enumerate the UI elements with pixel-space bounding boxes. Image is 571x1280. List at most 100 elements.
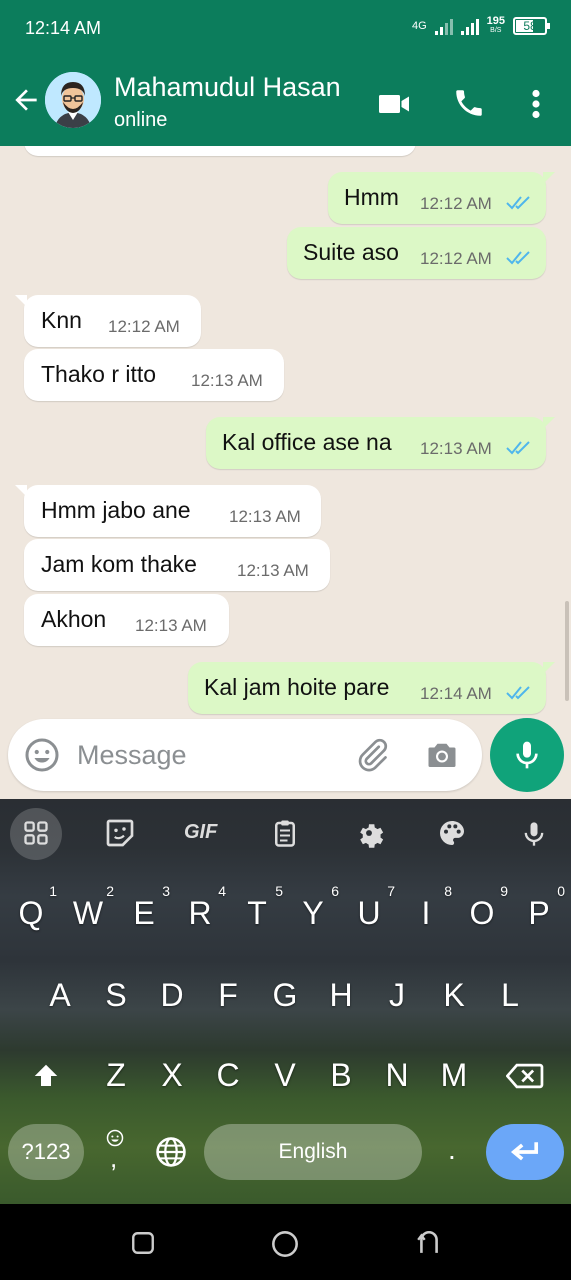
message-text: Suite aso bbox=[303, 239, 399, 265]
attach-icon[interactable] bbox=[354, 737, 390, 773]
key-label: P bbox=[528, 895, 550, 931]
message-bubble-outgoing[interactable]: Hmm 12:12 AM bbox=[328, 172, 555, 224]
period-key[interactable]: . bbox=[448, 1134, 456, 1166]
voice-record-button[interactable] bbox=[490, 718, 564, 792]
key-k[interactable]: K bbox=[426, 977, 482, 1014]
keyboard-mic-icon[interactable] bbox=[520, 817, 548, 851]
enter-key[interactable] bbox=[486, 1124, 564, 1180]
voice-call-icon[interactable] bbox=[452, 86, 486, 120]
read-ticks-icon bbox=[506, 441, 530, 455]
message-text: Hmm jabo ane bbox=[41, 497, 191, 523]
message-text: Kal office ase na bbox=[222, 429, 392, 455]
key-i[interactable]: I8 bbox=[398, 883, 454, 932]
emoji-icon[interactable] bbox=[24, 737, 60, 773]
key-a[interactable]: A bbox=[32, 977, 88, 1014]
settings-gear-icon[interactable] bbox=[353, 817, 385, 849]
key-g[interactable]: G bbox=[257, 977, 313, 1014]
key-label: I bbox=[421, 895, 431, 931]
key-hint: 0 bbox=[557, 883, 565, 899]
message-time: 12:13 AM bbox=[237, 561, 309, 580]
space-bar[interactable]: English bbox=[204, 1124, 422, 1180]
backspace-icon[interactable] bbox=[506, 1061, 544, 1091]
key-x[interactable]: X bbox=[144, 1057, 200, 1094]
recents-icon[interactable] bbox=[130, 1230, 156, 1256]
message-bubble-incoming[interactable]: Akhon 12:13 AM bbox=[24, 594, 229, 646]
symbols-key[interactable]: ?123 bbox=[8, 1124, 84, 1180]
key-n[interactable]: N bbox=[369, 1057, 425, 1094]
key-l[interactable]: L bbox=[482, 977, 538, 1014]
key-label: Q bbox=[18, 895, 44, 931]
key-u[interactable]: U7 bbox=[341, 883, 397, 932]
message-bubble-outgoing[interactable]: Kal office ase na 12:13 AM bbox=[206, 417, 555, 469]
key-h[interactable]: H bbox=[313, 977, 369, 1014]
message-composer[interactable]: Message bbox=[8, 719, 482, 791]
message-time: 12:12 AM bbox=[420, 249, 492, 268]
key-j[interactable]: J bbox=[369, 977, 425, 1014]
camera-icon[interactable] bbox=[424, 737, 460, 773]
chat-scrollbar[interactable] bbox=[565, 601, 569, 701]
key-w[interactable]: W2 bbox=[60, 883, 116, 932]
message-bubble-incoming[interactable]: Thako r itto 12:13 AM bbox=[24, 349, 284, 401]
key-e[interactable]: E3 bbox=[116, 883, 172, 932]
back-nav-icon[interactable] bbox=[416, 1228, 442, 1256]
key-y[interactable]: Y6 bbox=[285, 883, 341, 932]
contact-name[interactable]: Mahamudul Hasan bbox=[114, 72, 341, 103]
key-label: O bbox=[469, 895, 495, 931]
key-label: W bbox=[72, 895, 104, 931]
key-p[interactable]: P0 bbox=[511, 883, 567, 932]
key-b[interactable]: B bbox=[313, 1057, 369, 1094]
signal-icon bbox=[434, 17, 453, 35]
contact-status: online bbox=[114, 109, 168, 131]
key-hint: 6 bbox=[331, 883, 339, 899]
message-bubble-outgoing[interactable]: Kal jam hoite pare 12:14 AM bbox=[188, 662, 555, 714]
message-list[interactable]: Hmm 12:12 AM Suite aso 12:12 AM Knn 12:1… bbox=[0, 146, 571, 716]
back-arrow-icon[interactable] bbox=[10, 84, 42, 116]
video-call-icon[interactable] bbox=[376, 86, 412, 122]
network-speed-unit: B/S bbox=[490, 27, 502, 34]
message-text: Jam kom thake bbox=[41, 551, 197, 577]
message-time: 12:13 AM bbox=[229, 507, 301, 526]
key-v[interactable]: V bbox=[257, 1057, 313, 1094]
message-input[interactable]: Message bbox=[77, 740, 187, 771]
key-hint: 9 bbox=[500, 883, 508, 899]
message-time: 12:13 AM bbox=[135, 616, 207, 635]
sticker-icon[interactable] bbox=[104, 817, 136, 849]
key-c[interactable]: C bbox=[200, 1057, 256, 1094]
message-bubble-incoming[interactable]: Knn 12:12 AM bbox=[15, 295, 201, 347]
avatar[interactable] bbox=[45, 72, 101, 128]
key-z[interactable]: Z bbox=[88, 1057, 144, 1094]
key-o[interactable]: O9 bbox=[454, 883, 510, 932]
emoji-comma-key[interactable]: , bbox=[100, 1129, 130, 1173]
message-time: 12:13 AM bbox=[191, 371, 263, 390]
message-text: Thako r itto bbox=[41, 361, 157, 387]
message-text: Knn bbox=[41, 307, 82, 333]
gif-button[interactable]: GIF bbox=[184, 821, 217, 844]
key-m[interactable]: M bbox=[426, 1057, 482, 1094]
message-bubble-outgoing[interactable]: Suite aso 12:12 AM bbox=[287, 227, 546, 279]
key-q[interactable]: Q1 bbox=[3, 883, 59, 932]
message-bubble-incoming[interactable]: Jam kom thake 12:13 AM bbox=[24, 539, 330, 591]
system-nav-bar bbox=[0, 1204, 571, 1280]
key-label: Y bbox=[302, 895, 324, 931]
key-s[interactable]: S bbox=[88, 977, 144, 1014]
key-t[interactable]: T5 bbox=[229, 883, 285, 932]
key-f[interactable]: F bbox=[200, 977, 256, 1014]
theme-palette-icon[interactable] bbox=[436, 817, 468, 849]
soft-keyboard[interactable]: GIF Q1 W2 E3 R4 T5 Y6 U7 I8 O9 P0 A S D … bbox=[0, 799, 571, 1204]
key-label: T bbox=[247, 895, 267, 931]
home-icon[interactable] bbox=[271, 1230, 299, 1258]
message-bubble-incoming[interactable]: Hmm jabo ane 12:13 AM bbox=[15, 485, 321, 537]
status-time: 12:14 AM bbox=[25, 18, 102, 38]
key-r[interactable]: R4 bbox=[172, 883, 228, 932]
language-globe-icon[interactable] bbox=[154, 1135, 188, 1169]
more-options-icon[interactable] bbox=[522, 86, 550, 122]
message-text: Hmm bbox=[344, 184, 399, 210]
network-type-label: 4G bbox=[411, 20, 427, 32]
keyboard-toolbar: GIF bbox=[0, 799, 571, 867]
clipboard-icon[interactable] bbox=[270, 817, 300, 849]
message-time: 12:12 AM bbox=[108, 317, 180, 336]
apps-grid-icon[interactable] bbox=[22, 817, 50, 849]
key-label: R bbox=[188, 895, 212, 931]
shift-icon[interactable] bbox=[30, 1061, 62, 1091]
key-d[interactable]: D bbox=[144, 977, 200, 1014]
